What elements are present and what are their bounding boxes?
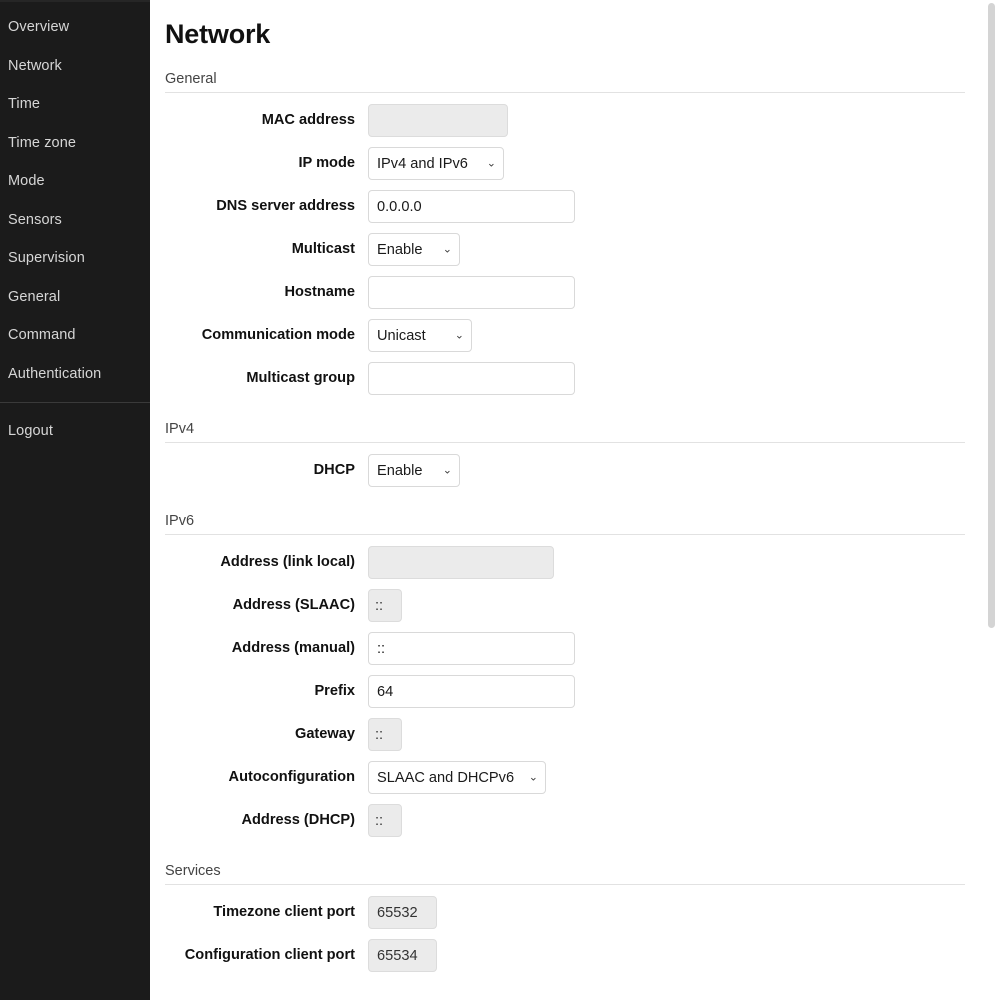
label-multicast-group: Multicast group	[246, 370, 355, 387]
section-divider-ipv6	[165, 534, 965, 535]
label-address-link-local: Address (link local)	[220, 554, 355, 571]
autoconfiguration-value: SLAAC and DHCPv6	[377, 769, 515, 786]
form-row-address-manual: Address (manual) ::	[165, 627, 998, 670]
address-slaac-field: ::	[368, 589, 402, 622]
sidebar-item-label: Network	[8, 57, 62, 74]
section-divider-general	[165, 92, 965, 93]
chevron-down-icon: ⌄	[442, 242, 452, 255]
sidebar-item-label: General	[8, 288, 61, 305]
autoconfiguration-select[interactable]: SLAAC and DHCPv6 ⌄	[368, 761, 546, 794]
prefix-input[interactable]: 64	[368, 675, 575, 708]
label-timezone-client-port: Timezone client port	[213, 904, 355, 921]
label-hostname: Hostname	[284, 284, 355, 301]
form-row-dns-server-address: DNS server address 0.0.0.0	[165, 185, 998, 228]
label-gateway: Gateway	[294, 726, 355, 743]
label-dhcp: DHCP	[313, 462, 355, 479]
chevron-down-icon: ⌄	[442, 463, 452, 476]
section-heading-services: Services	[165, 863, 221, 879]
form-row-hostname: Hostname	[165, 271, 998, 314]
sidebar-item-label: Overview	[8, 19, 70, 35]
form-row-prefix: Prefix 64	[165, 670, 998, 713]
form-row-address-link-local: Address (link local)	[165, 541, 998, 584]
address-link-local-field	[368, 546, 554, 579]
address-manual-input[interactable]: ::	[368, 632, 575, 665]
label-dns-server-address: DNS server address	[216, 198, 355, 215]
chevron-down-icon: ⌄	[528, 770, 538, 783]
form-row-gateway: Gateway ::	[165, 713, 998, 756]
label-address-slaac: Address (SLAAC)	[232, 597, 355, 614]
section-heading-general: General	[165, 71, 217, 87]
dhcp-select[interactable]: Enable ⌄	[368, 454, 460, 487]
chevron-down-icon: ⌄	[454, 328, 464, 341]
multicast-select[interactable]: Enable ⌄	[368, 233, 460, 266]
form-row-dhcp: DHCP Enable ⌄	[165, 449, 998, 492]
sidebar-item-sensors[interactable]: Sensors	[0, 201, 150, 240]
sidebar-item-authentication[interactable]: Authentication	[0, 355, 150, 394]
gateway-field: ::	[368, 718, 402, 751]
form-row-address-slaac: Address (SLAAC) ::	[165, 584, 998, 627]
sidebar-item-label: Logout	[8, 423, 53, 439]
label-ip-mode: IP mode	[298, 155, 355, 172]
sidebar-item-label: Command	[8, 327, 76, 343]
address-dhcp-field: ::	[368, 804, 402, 837]
form-row-timezone-client-port: Timezone client port 65532	[165, 891, 998, 934]
form-row-multicast-group: Multicast group	[165, 357, 998, 400]
form-row-multicast: Multicast Enable ⌄	[165, 228, 998, 271]
configuration-client-port-field: 65534	[368, 939, 437, 972]
form-row-configuration-client-port: Configuration client port 65534	[165, 934, 998, 977]
label-prefix: Prefix	[314, 683, 355, 700]
form-row-autoconfiguration: Autoconfiguration SLAAC and DHCPv6 ⌄	[165, 756, 998, 799]
mac-address-field	[368, 104, 508, 137]
form-row-ip-mode: IP mode IPv4 and IPv6 ⌄	[165, 142, 998, 185]
sidebar-item-command[interactable]: Command	[0, 316, 150, 355]
sidebar-item-logout[interactable]: Logout	[0, 412, 150, 451]
section-heading-ipv4: IPv4	[165, 421, 195, 437]
ip-mode-value: IPv4 and IPv6	[377, 155, 468, 172]
communication-mode-select[interactable]: Unicast ⌄	[368, 319, 472, 352]
form-row-mac-address: MAC address	[165, 99, 998, 142]
page-scrollbar-thumb[interactable]	[988, 3, 995, 628]
sidebar-item-label: Time zone	[8, 134, 77, 151]
ip-mode-select[interactable]: IPv4 and IPv6 ⌄	[368, 147, 504, 180]
label-communication-mode: Communication mode	[201, 327, 355, 344]
label-mac-address: MAC address	[261, 112, 355, 129]
label-multicast: Multicast	[291, 241, 355, 258]
page-title: Network	[165, 19, 271, 49]
sidebar-item-overview[interactable]: Overview	[0, 8, 150, 47]
timezone-client-port-field: 65532	[368, 896, 437, 929]
section-divider-services	[165, 884, 965, 885]
sidebar-item-time-zone[interactable]: Time zone	[0, 124, 150, 163]
chevron-down-icon: ⌄	[486, 156, 496, 169]
sidebar-item-label: Sensors	[8, 211, 62, 228]
sidebar-divider	[0, 402, 150, 403]
form-row-communication-mode: Communication mode Unicast ⌄	[165, 314, 998, 357]
section-heading-ipv6: IPv6	[165, 513, 195, 529]
form-row-address-dhcp: Address (DHCP) ::	[165, 799, 998, 842]
sidebar-item-label: Supervision	[8, 250, 85, 266]
dhcp-value: Enable	[377, 462, 423, 479]
sidebar-navigation: Overview Network Time Time zone Mode Sen…	[0, 0, 150, 1000]
multicast-value: Enable	[377, 241, 423, 258]
sidebar-item-general[interactable]: General	[0, 278, 150, 317]
main-content: Network General MAC address IP mode IPv4…	[150, 0, 998, 1000]
sidebar-item-label: Mode	[8, 173, 45, 189]
multicast-group-input[interactable]	[368, 362, 575, 395]
hostname-input[interactable]	[368, 276, 575, 309]
sidebar-item-supervision[interactable]: Supervision	[0, 239, 150, 278]
label-configuration-client-port: Configuration client port	[184, 947, 355, 964]
dns-server-address-input[interactable]: 0.0.0.0	[368, 190, 575, 223]
sidebar-item-label: Time	[8, 96, 41, 112]
sidebar-item-network[interactable]: Network	[0, 47, 150, 86]
label-address-manual: Address (manual)	[231, 640, 355, 657]
page-scrollbar[interactable]	[984, 0, 998, 1000]
sidebar-item-time[interactable]: Time	[0, 85, 150, 124]
label-address-dhcp: Address (DHCP)	[241, 812, 355, 829]
section-divider-ipv4	[165, 442, 965, 443]
label-autoconfiguration: Autoconfiguration	[228, 769, 355, 786]
sidebar-item-mode[interactable]: Mode	[0, 162, 150, 201]
communication-mode-value: Unicast	[377, 327, 426, 344]
sidebar-item-label: Authentication	[8, 365, 102, 382]
app-window: Overview Network Time Time zone Mode Sen…	[0, 0, 998, 1000]
